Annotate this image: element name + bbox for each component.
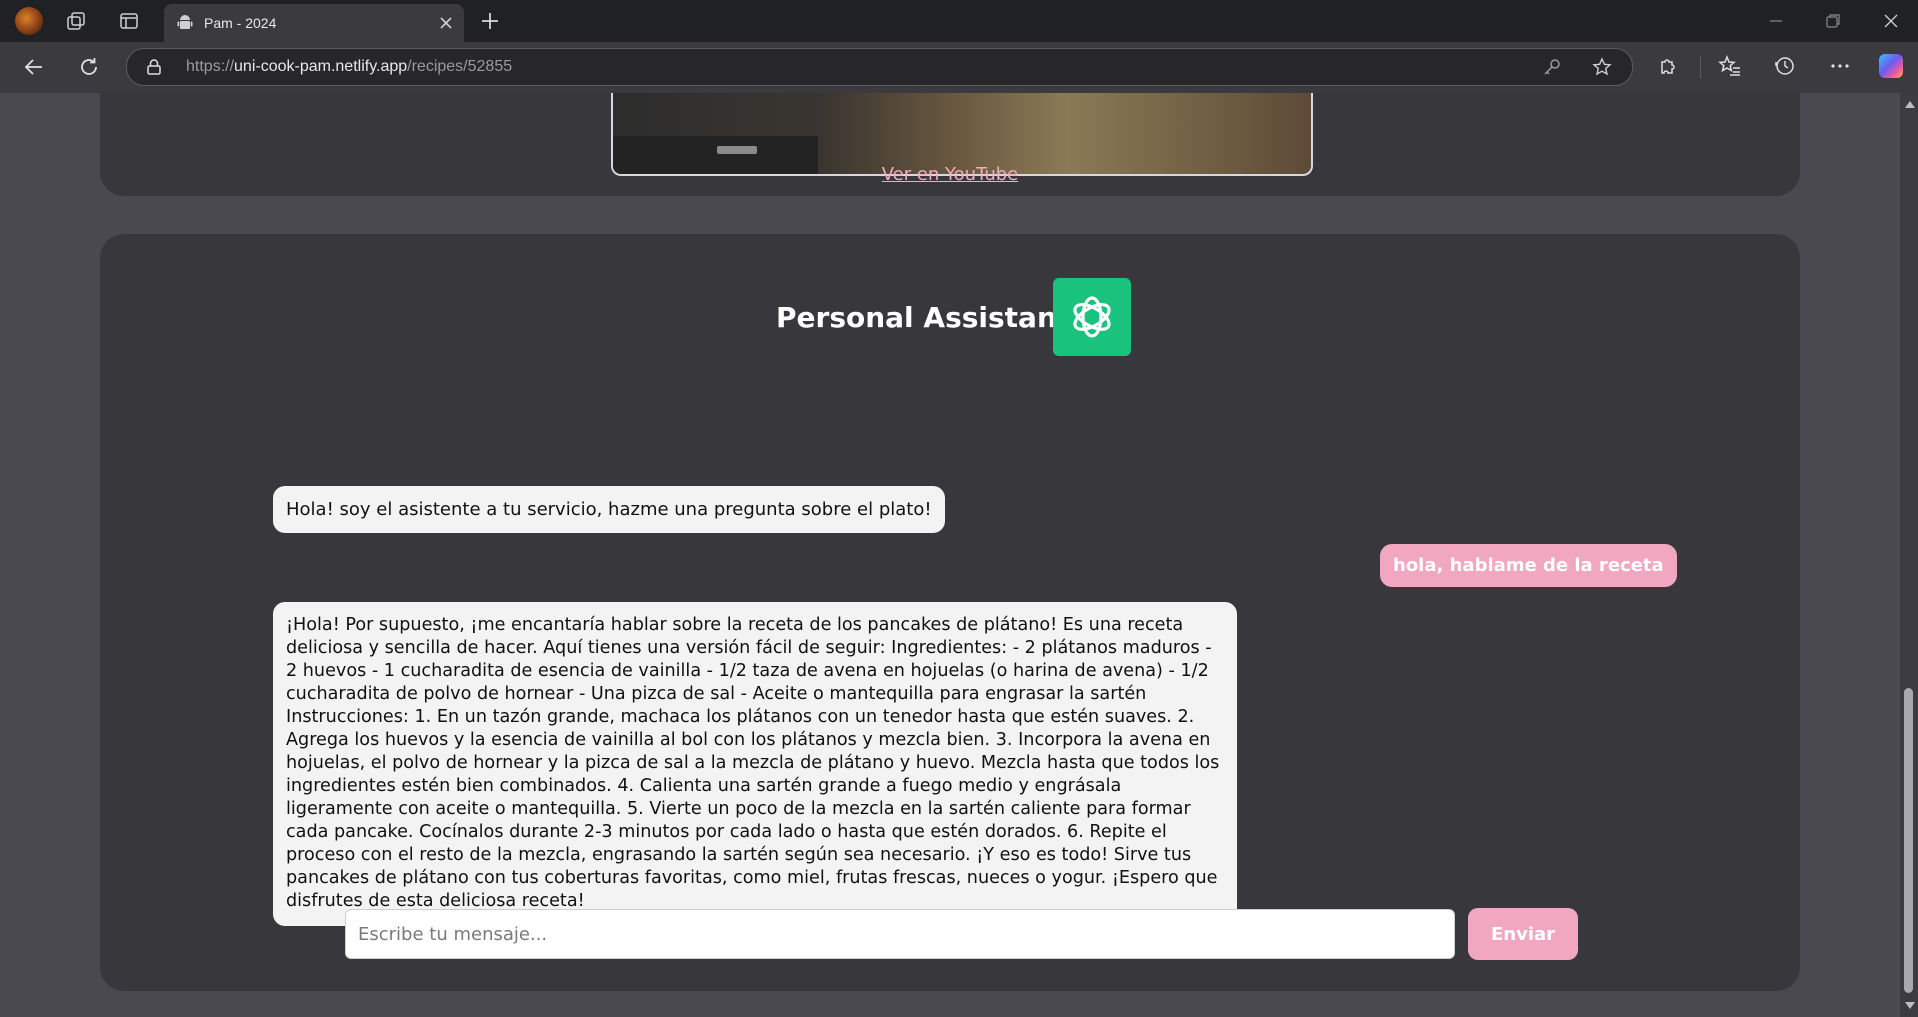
send-button[interactable]: Enviar [1468, 908, 1578, 960]
puzzle-icon[interactable] [1657, 54, 1681, 78]
star-icon[interactable] [1592, 57, 1612, 77]
url-path: /recipes/52855 [407, 58, 513, 75]
address-bar[interactable]: https://uni-cook-pam.netlify.app/recipes… [126, 48, 1633, 86]
workspaces-icon[interactable] [66, 11, 86, 31]
more-icon[interactable] [1828, 54, 1852, 78]
user-message: hola, hablame de la receta [1380, 544, 1677, 587]
close-icon[interactable] [438, 15, 454, 31]
toolbar-separator [1700, 56, 1701, 78]
close-window-icon[interactable] [1881, 11, 1901, 31]
new-tab-icon[interactable] [480, 11, 500, 31]
scroll-up-icon[interactable] [1905, 101, 1915, 108]
assistant-title: Personal Assistant [776, 301, 1071, 334]
youtube-link[interactable]: Ver en YouTube [100, 164, 1800, 185]
assistant-message: Hola! soy el asistente a tu servicio, ha… [273, 486, 945, 533]
chatgpt-logo-icon [1053, 278, 1131, 356]
url-text[interactable]: https://uni-cook-pam.netlify.app/recipes… [186, 49, 512, 85]
message-input[interactable] [345, 909, 1455, 959]
page-viewport: Ver en YouTube Personal Assistant Hola! … [0, 93, 1900, 1017]
scrollbar-thumb[interactable] [1904, 688, 1913, 993]
copilot-icon[interactable] [1879, 54, 1903, 78]
back-arrow-icon[interactable] [23, 56, 45, 78]
history-icon[interactable] [1773, 54, 1797, 78]
tab-title: Pam - 2024 [204, 15, 277, 31]
browser-tab[interactable]: Pam - 2024 [164, 4, 464, 42]
assistant-message: ¡Hola! Por supuesto, ¡me encantaría habl… [273, 602, 1237, 926]
key-icon[interactable] [1542, 57, 1562, 77]
scroll-down-icon[interactable] [1905, 1002, 1915, 1009]
vertical-tabs-icon[interactable] [119, 11, 139, 31]
favorites-icon[interactable] [1718, 54, 1742, 78]
url-scheme: https:// [186, 58, 235, 75]
video-card: Ver en YouTube [100, 93, 1800, 196]
restore-icon[interactable] [1823, 11, 1843, 31]
browser-toolbar: https://uni-cook-pam.netlify.app/recipes… [0, 42, 1918, 93]
browser-titlebar: Pam - 2024 [0, 0, 1918, 42]
lock-icon[interactable] [145, 58, 163, 76]
refresh-icon[interactable] [78, 56, 100, 78]
url-host: uni-cook-pam.netlify.app [234, 58, 408, 75]
android-icon [177, 15, 193, 29]
profile-avatar[interactable] [15, 7, 43, 35]
minimize-icon[interactable] [1766, 11, 1786, 31]
chat-card: Personal Assistant Hola! soy el asistent… [100, 234, 1800, 991]
page-scrollbar[interactable] [1900, 93, 1918, 1017]
